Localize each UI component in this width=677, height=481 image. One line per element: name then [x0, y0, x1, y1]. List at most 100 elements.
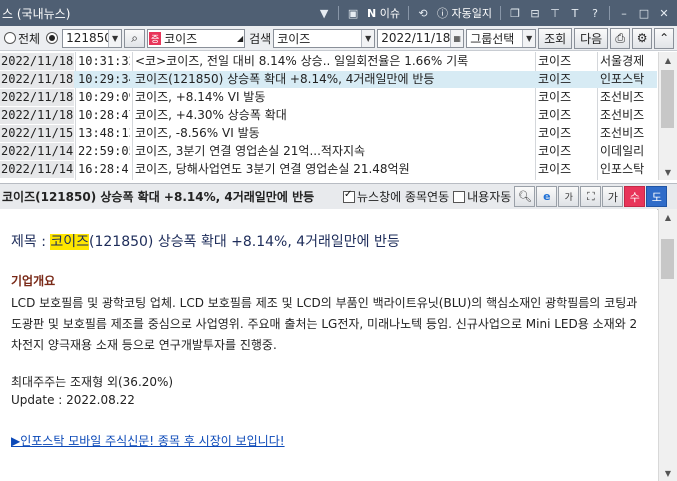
time-cell: 10:29:09	[78, 90, 130, 104]
stock-name-value: 코이즈	[164, 31, 198, 46]
separator	[500, 6, 501, 20]
next-button[interactable]: 다음	[574, 27, 609, 49]
scroll-down-icon[interactable]: ▼	[659, 164, 677, 180]
gear-icon[interactable]: ⚙	[632, 27, 653, 49]
title-cell: 코이즈, +8.14% VI 발동	[135, 90, 266, 104]
sell-button[interactable]: 도	[646, 186, 668, 207]
minimize-icon[interactable]: –	[615, 4, 633, 22]
table-row[interactable]: 2022/11/18 10:29:34 코이즈(121850) 상승폭 확대 +8.…	[0, 71, 657, 88]
stock-cell: 코이즈	[538, 54, 572, 68]
news-window-link-label: 뉴스창에 종목연동	[357, 190, 450, 204]
title-cell: 코이즈(121850) 상승폭 확대 +8.14%, 4거래일만에 반등	[135, 72, 435, 86]
table-row[interactable]: 2022/11/18 10:28:47 코이즈, +4.30% 상승폭 확대 코이즈 조…	[0, 107, 657, 124]
stock-name-field[interactable]: 증 코이즈 ◢	[147, 28, 246, 48]
link-icon[interactable]: ⟲	[414, 4, 432, 22]
pin-icon[interactable]: ⊤	[546, 4, 564, 22]
all-label: 전체	[18, 31, 41, 46]
resize-corner-icon: ◢	[236, 33, 244, 43]
date-picker[interactable]: 2022/11/18 ▦	[377, 28, 465, 48]
separator	[338, 6, 340, 20]
date-cell: 2022/11/14	[0, 161, 74, 178]
major-holder-text: 최대주주는 조재형 외(36.20%)	[11, 375, 174, 389]
time-cell: 22:59:05	[78, 144, 130, 158]
content-auto-checkbox[interactable]	[453, 190, 466, 203]
separator	[609, 6, 610, 20]
scroll-down-icon[interactable]: ▼	[659, 465, 677, 481]
stock-badge-icon: 증	[149, 31, 162, 45]
stock-code-value: 121850	[66, 31, 109, 45]
window-layout-icon[interactable]: ❐	[506, 4, 524, 22]
chevron-down-icon[interactable]: ▼	[522, 29, 536, 47]
table-row[interactable]: 2022/11/15 13:48:13 코이즈, -8.56% VI 발동 코이즈 조선…	[0, 125, 657, 142]
time-cell: 13:48:13	[78, 126, 130, 140]
date-cell: 2022/11/15	[0, 125, 74, 142]
table-row[interactable]: 2022/11/18 10:29:09 코이즈, +8.14% VI 발동 코이즈 조선…	[0, 89, 657, 106]
group-select[interactable]: 그룹선택 ▼	[466, 28, 537, 48]
search-keyword-value: 코이즈	[277, 31, 311, 46]
font-decrease-button[interactable]: 가	[558, 186, 580, 207]
title-cell: 코이즈, 3분기 연결 영업손실 21억...적자지속	[135, 144, 366, 158]
company-overview-text: LCD 보호필름 및 광학코팅 업체. LCD 보호필름 제조 및 LCD의 부…	[11, 296, 638, 352]
stock-cell: 코이즈	[538, 108, 572, 122]
stock-cell: 코이즈	[538, 162, 572, 176]
buy-button[interactable]: 수	[624, 186, 646, 207]
fullscreen-icon[interactable]: ⛶	[580, 186, 602, 207]
date-cell: 2022/11/14	[0, 143, 74, 160]
maximize-icon[interactable]: □	[635, 4, 653, 22]
radio-all[interactable]	[4, 32, 16, 44]
scroll-thumb[interactable]	[661, 239, 674, 279]
stock-cell: 코이즈	[538, 90, 572, 104]
window-title: 스 (국내뉴스)	[2, 6, 71, 21]
news-list-scrollbar[interactable]: ▲ ▼	[658, 52, 677, 180]
query-button[interactable]: 조회	[538, 27, 573, 49]
scroll-up-icon[interactable]: ▲	[659, 209, 677, 225]
font-increase-button[interactable]: 가	[602, 186, 624, 207]
issue-label: 이슈	[379, 7, 401, 20]
time-cell: 10:29:34	[78, 72, 130, 86]
search-label: 검색	[249, 31, 272, 46]
time-cell: 16:28:41	[78, 162, 130, 176]
date-cell: 2022/11/18	[0, 107, 74, 124]
help-icon[interactable]: ?	[586, 4, 604, 22]
title-cell: 코이즈, +4.30% 상승폭 확대	[135, 108, 287, 122]
news-window-link-checkbox[interactable]	[343, 189, 355, 203]
source-cell: 인포스탁	[600, 162, 645, 176]
chevron-down-icon[interactable]: ▼	[361, 29, 375, 47]
infostock-link[interactable]: ▶인포스탁 모바일 주식신문! 종목 후 시장이 보입니다!	[11, 432, 285, 449]
detail-title: 코이즈(121850) 상승폭 확대 +8.14%, 4거래일만에 반등	[2, 190, 315, 204]
zoom-icon[interactable]: 🔍︎	[514, 186, 536, 207]
radio-stock[interactable]	[46, 32, 59, 44]
issue-button[interactable]: N 이슈	[364, 5, 403, 21]
search-icon-button[interactable]: ⌕	[124, 28, 146, 48]
chevron-up-icon[interactable]: ⌃	[654, 27, 675, 49]
search-keyword-select[interactable]: 코이즈 ▼	[273, 28, 376, 48]
close-icon[interactable]: ✕	[655, 4, 673, 22]
chevron-down-icon[interactable]: ▼	[315, 4, 333, 22]
date-cell: 2022/11/18	[0, 53, 74, 70]
stock-cell: 코이즈	[538, 72, 572, 86]
table-row[interactable]: 2022/11/14 22:59:05 코이즈, 3분기 연결 영업손실 21억..…	[0, 143, 657, 160]
calendar-icon[interactable]: ▦	[450, 29, 464, 47]
subject-text: (121850) 상승폭 확대 +8.14%, 4거래일만에 반등	[89, 234, 400, 250]
title-cell: 코이즈, -8.56% VI 발동	[135, 126, 260, 140]
update-text: Update : 2022.08.22	[11, 393, 135, 407]
content-auto-label: 내용자동	[467, 190, 512, 204]
subject-highlight: 코이즈	[50, 234, 90, 250]
print-icon[interactable]: ⎙	[610, 27, 631, 49]
table-row[interactable]: 2022/11/14 16:28:41 코이즈, 당해사업연도 3분기 연결 영업손…	[0, 161, 657, 178]
screen-icon[interactable]: ▣	[344, 4, 362, 22]
split-icon[interactable]: ⊟	[526, 4, 544, 22]
article-scrollbar[interactable]: ▲ ▼	[658, 209, 677, 481]
detail-toolbar: 코이즈(121850) 상승폭 확대 +8.14%, 4거래일만에 반등 뉴스창…	[0, 183, 677, 210]
stock-code-select[interactable]: 121850 ▼	[62, 28, 123, 48]
table-row[interactable]: 2022/11/18 10:31:32 <코>코이즈, 전일 대비 8.14% 상승…	[0, 53, 657, 70]
window-titlebar: 스 (국내뉴스) ▼ ▣ N 이슈 ⟲ ⓘ 자동일지 ❐ ⊟ ⊤ T ? – □…	[0, 0, 677, 26]
time-cell: 10:31:32	[78, 54, 130, 68]
scroll-thumb[interactable]	[661, 70, 674, 128]
auto-diary-button[interactable]: ⓘ 자동일지	[434, 5, 495, 21]
font-size-icon[interactable]: T	[566, 4, 584, 22]
scroll-up-icon[interactable]: ▲	[659, 52, 677, 68]
browser-icon[interactable]: e	[536, 186, 558, 207]
article-subject: 제목 : 코이즈(121850) 상승폭 확대 +8.14%, 4거래일만에 반…	[11, 231, 400, 251]
chevron-down-icon[interactable]: ▼	[108, 29, 122, 47]
